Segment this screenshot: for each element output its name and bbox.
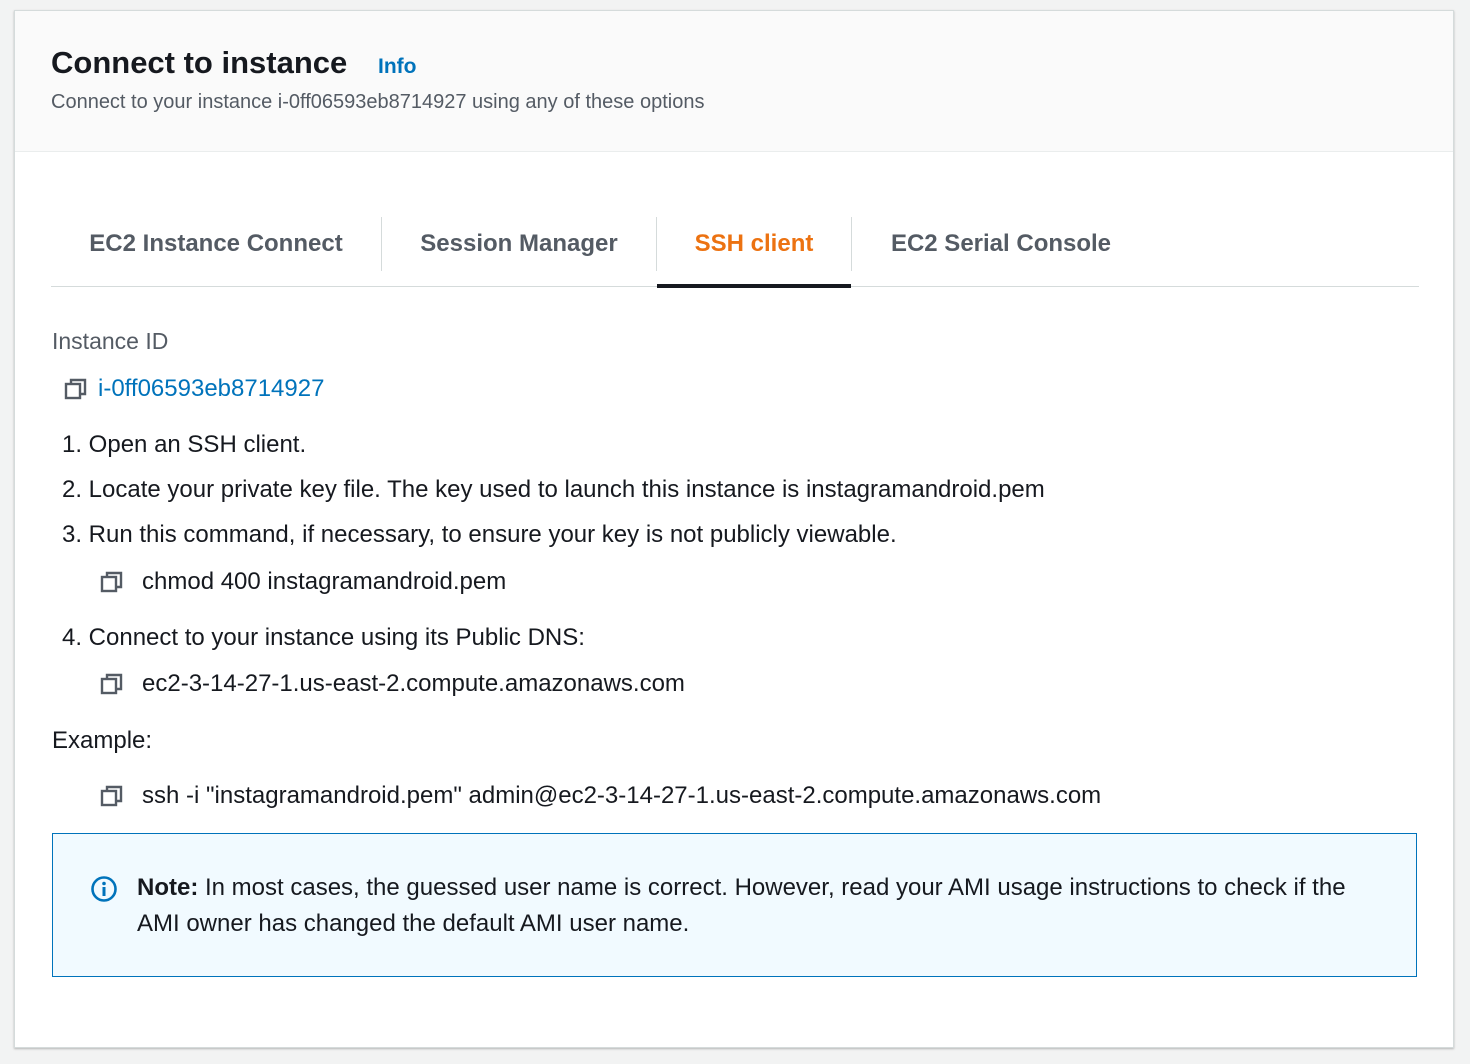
tab-ec2-instance-connect[interactable]: EC2 Instance Connect [51,201,381,286]
note-body: In most cases, the guessed user name is … [137,874,1346,937]
tab-session-manager[interactable]: Session Manager [382,201,656,286]
step-3: 3. Run this command, if necessary, to en… [62,521,897,548]
info-link[interactable]: Info [378,55,416,79]
info-circle-icon [91,876,117,902]
step-1: 1. Open an SSH client. [62,431,307,458]
step-2: 2. Locate your private key file. The key… [62,476,1045,503]
note-alert: Note: In most cases, the guessed user na… [52,833,1417,977]
tab-ssh-client[interactable]: SSH client [657,201,851,288]
note-prefix: Note: [137,874,199,901]
copy-icon[interactable] [99,569,125,595]
copy-icon[interactable] [99,671,125,697]
note-text: Note: In most cases, the guessed user na… [137,870,1387,942]
page-title: Connect to instance [51,45,348,80]
panel-header: Connect to instance Info Connect to your… [15,11,1453,152]
public-dns: ec2-3-14-27-1.us-east-2.compute.amazonaw… [142,670,685,697]
chmod-command: chmod 400 instagramandroid.pem [142,568,507,595]
page-subtitle: Connect to your instance i-0ff06593eb871… [51,91,705,113]
connect-to-instance-panel: Connect to instance Info Connect to your… [14,10,1454,1048]
ssh-command-row: ssh -i "instagramandroid.pem" admin@ec2-… [99,782,1101,810]
instance-id-link[interactable]: i-0ff06593eb8714927 [98,375,324,403]
connection-tabs: EC2 Instance Connect Session Manager SSH… [51,201,1419,288]
copy-icon[interactable] [99,783,125,809]
tab-ec2-serial-console[interactable]: EC2 Serial Console [852,201,1150,286]
example-label: Example: [52,727,153,754]
copy-icon[interactable] [63,376,89,402]
ssh-command: ssh -i "instagramandroid.pem" admin@ec2-… [142,782,1102,809]
chmod-command-row: chmod 400 instagramandroid.pem [99,568,506,596]
step-4: 4. Connect to your instance using its Pu… [62,624,585,651]
public-dns-row: ec2-3-14-27-1.us-east-2.compute.amazonaw… [99,670,685,698]
instance-id-label: Instance ID [52,328,169,354]
instance-id-row: i-0ff06593eb8714927 [63,375,324,403]
